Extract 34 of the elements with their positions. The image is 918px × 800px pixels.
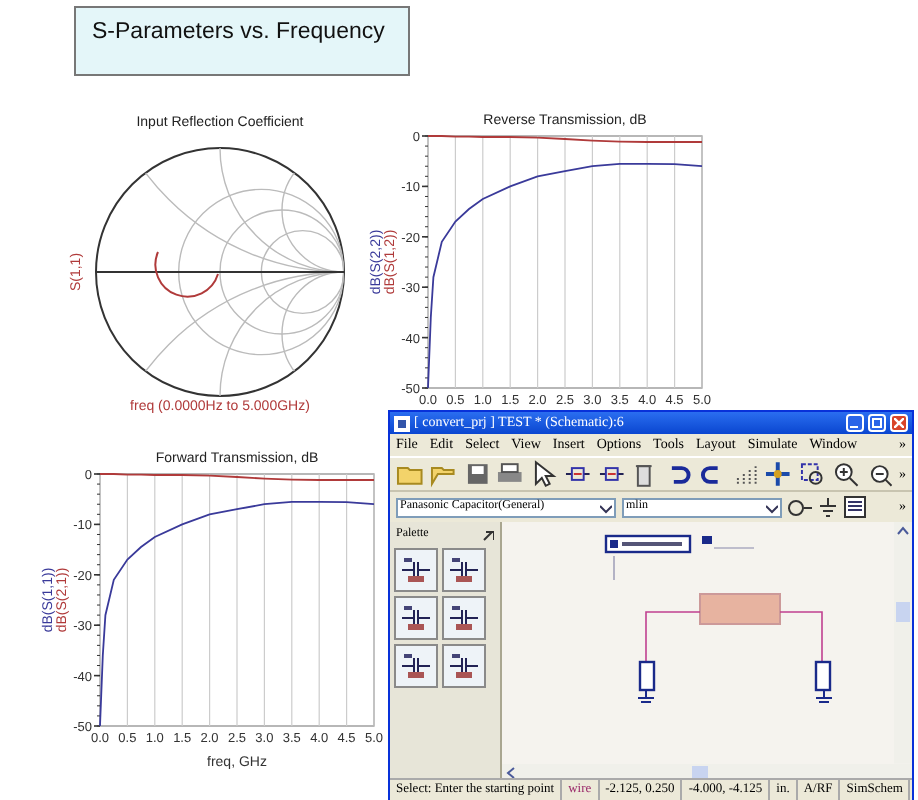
printer-icon[interactable]	[496, 460, 525, 488]
maximize-button[interactable]	[868, 414, 886, 432]
move-icon[interactable]	[764, 460, 793, 488]
capacitor-tile[interactable]	[442, 548, 486, 592]
capacitor-tile[interactable]	[394, 596, 438, 640]
minimize-button[interactable]	[846, 414, 864, 432]
capacitor-icon	[448, 652, 480, 680]
capacitor-tile[interactable]	[394, 644, 438, 688]
close-button[interactable]	[890, 414, 908, 432]
capacitor-icon	[400, 652, 432, 680]
capacitor-icon	[400, 604, 432, 632]
app-icon	[394, 415, 410, 431]
zoom-box-icon[interactable]	[798, 460, 826, 488]
capacitor-icon	[400, 556, 432, 584]
caret-icon	[600, 501, 612, 513]
close-icon	[894, 418, 904, 428]
zoom-out-icon[interactable]	[865, 460, 893, 488]
capacitor-icon	[448, 604, 480, 632]
capacitor-tile[interactable]	[394, 548, 438, 592]
port-icon[interactable]	[788, 497, 812, 517]
pointer-icon[interactable]	[530, 460, 558, 488]
grid-icon[interactable]	[731, 460, 759, 488]
ground-icon[interactable]	[818, 497, 838, 517]
capacitor-tile[interactable]	[442, 644, 486, 688]
capacitor-tile[interactable]	[442, 596, 486, 640]
caret-icon	[766, 501, 778, 513]
save-icon[interactable]	[463, 460, 491, 488]
trace-line	[154, 251, 219, 298]
capacitor-icon	[448, 556, 480, 584]
pin-icon[interactable]	[482, 529, 494, 541]
zoom-in-icon[interactable]	[831, 460, 860, 488]
maximize-icon	[872, 418, 882, 428]
title-box: S-Parameters vs. Frequency	[74, 6, 410, 76]
variable-icon[interactable]	[844, 496, 866, 518]
